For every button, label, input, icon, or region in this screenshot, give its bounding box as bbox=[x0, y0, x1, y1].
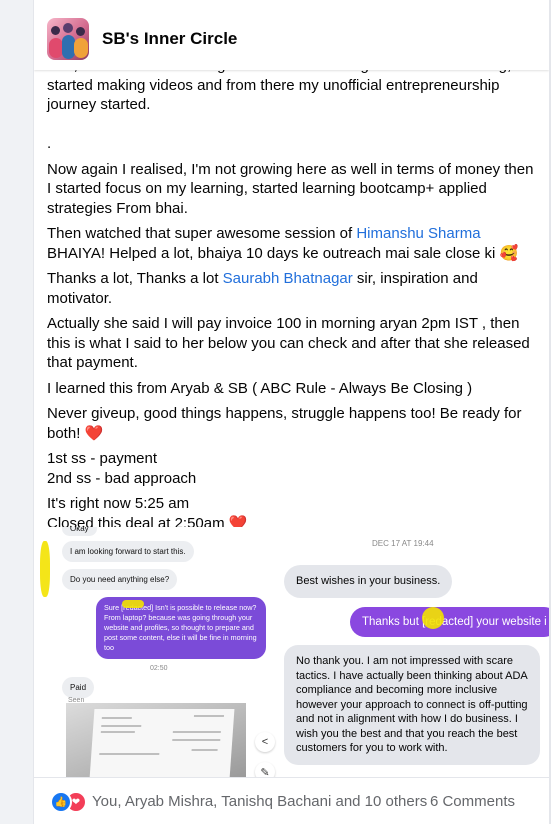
chat-time: 02:50 bbox=[150, 665, 168, 672]
payment-screenshot[interactable]: Okay I am looking forward to start this.… bbox=[34, 527, 282, 777]
chat-screenshot[interactable]: DEC 17 AT 19:44 Best wishes in your busi… bbox=[284, 527, 549, 777]
paragraph-text: Thanks a lot, Thanks a lot bbox=[47, 270, 223, 287]
chat-bubble-sent: Sure [redacted] Isn't is possible to rel… bbox=[96, 597, 266, 659]
comment-count[interactable]: 6 Comments bbox=[430, 793, 515, 810]
post-paragraph: Never giveup, good things happens, strug… bbox=[47, 405, 522, 442]
chat-bubble-sent: Thanks but [redacted] your website i bbox=[350, 607, 549, 637]
post-paragraph: Now again I realised, I'm not growing he… bbox=[47, 160, 534, 217]
group-name[interactable]: SB's Inner Circle bbox=[102, 29, 237, 49]
post-paragraph: Actually she said I will pay invoice 100… bbox=[47, 315, 530, 371]
chat-bubble: I am looking forward to start this. bbox=[62, 541, 194, 562]
redaction-scribble bbox=[422, 607, 444, 629]
mention-link[interactable]: Saurabh Bhatnagar bbox=[223, 270, 353, 287]
post-text: was, because of the change from content … bbox=[47, 56, 537, 539]
like-icon[interactable]: 👍 bbox=[50, 791, 72, 813]
paragraph-text: Then watched that super awesome session … bbox=[47, 225, 357, 242]
chat-bubble: Paid bbox=[62, 677, 95, 698]
chat-bubble: Best wishes in your business. bbox=[284, 565, 453, 598]
post-paragraph: I learned this from Aryab & SB ( ABC Rul… bbox=[47, 379, 473, 397]
invoice-photo bbox=[66, 703, 246, 777]
chat-date: DEC 17 AT 19:44 bbox=[372, 539, 434, 548]
chat-bubble: No thank you. I am not impressed with sc… bbox=[284, 645, 540, 765]
post-paragraph: was, because of the change from content … bbox=[47, 57, 519, 152]
invoice-document bbox=[89, 709, 235, 777]
share-icon[interactable]: < bbox=[255, 732, 275, 752]
redaction-scribble bbox=[122, 600, 144, 608]
post-images: Okay I am looking forward to start this.… bbox=[34, 527, 549, 782]
reactions-bar: 👍 ❤ You, Aryab Mishra, Tanishq Bachani a… bbox=[34, 777, 549, 824]
chat-bubble: Do you need anything else? bbox=[62, 569, 178, 590]
post-paragraph: Thanks a lot, Thanks a lot Saurabh Bhatn… bbox=[47, 269, 537, 308]
post-header: SB's Inner Circle bbox=[34, 0, 549, 70]
chat-bubble: Okay bbox=[62, 527, 97, 536]
post-paragraph: Then watched that super awesome session … bbox=[47, 224, 537, 263]
mention-link[interactable]: Himanshu Sharma bbox=[356, 225, 480, 242]
post-paragraph: 1st ss - payment 2nd ss - bad approach bbox=[47, 450, 197, 487]
reaction-names[interactable]: You, Aryab Mishra, Tanishq Bachani and 1… bbox=[92, 793, 427, 810]
redaction-scribble bbox=[40, 541, 50, 597]
paragraph-text: BHAIYA! Helped a lot, bhaiya 10 days ke … bbox=[47, 244, 519, 262]
post-card: SB's Inner Circle was, because of the ch… bbox=[33, 0, 550, 824]
group-avatar[interactable] bbox=[47, 18, 89, 60]
